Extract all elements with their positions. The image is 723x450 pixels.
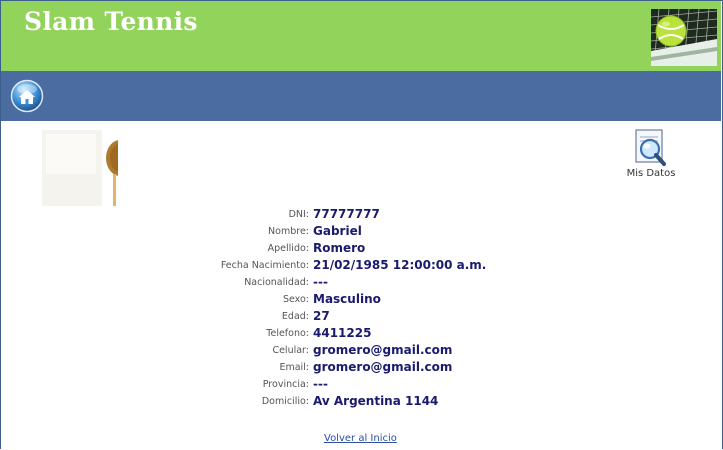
mis-datos-button[interactable]: Mis Datos [618,128,684,179]
site-header: Slam Tennis [1,1,721,71]
tennis-ball-logo-icon [651,9,717,66]
detail-value: Av Argentina 1144 [313,394,439,408]
detail-label: Edad: [281,311,309,322]
detail-row-provincia: Provincia: --- [120,376,620,393]
detail-value: --- [313,275,328,289]
user-photo [42,130,118,206]
site-title: Slam Tennis [24,7,198,36]
detail-row-telefono: Telefono: 4411225 [120,325,620,342]
detail-value: --- [313,377,328,391]
home-button-icon[interactable] [10,79,44,113]
user-details: DNI: 77777777 Nombre: Gabriel Apellido: Rom… [120,206,620,410]
detail-value: 4411225 [313,326,372,340]
detail-value: Romero [313,241,366,255]
detail-row-fecha-nacimiento: Fecha Nacimiento: 21/02/1985 12:00:00 a.m… [120,257,620,274]
detail-label: Email: [279,362,309,373]
detail-label: Provincia: [262,379,309,390]
detail-value: 77777777 [313,207,380,221]
detail-row-sexo: Sexo: Masculino [120,291,620,308]
detail-label: Fecha Nacimiento: [220,260,309,271]
detail-label: Nombre: [268,226,309,237]
mis-datos-label: Mis Datos [626,168,676,179]
detail-row-celular: Celular: gromero@gmail.com [120,342,620,359]
detail-row-edad: Edad: 27 [120,308,620,325]
detail-value: Gabriel [313,224,362,238]
detail-row-nacionalidad: Nacionalidad: --- [120,274,620,291]
detail-row-email: Email: gromero@gmail.com [120,359,620,376]
detail-row-dni: DNI: 77777777 [120,206,620,223]
detail-label: DNI: [288,209,309,220]
detail-label: Nacionalidad: [244,277,309,288]
detail-label: Apellido: [267,243,309,254]
detail-value: gromero@gmail.com [313,343,453,357]
detail-label: Celular: [272,345,309,356]
detail-label: Telefono: [266,328,309,339]
detail-label: Sexo: [282,294,309,305]
detail-label: Domicilio: [261,396,309,407]
detail-row-apellido: Apellido: Romero [120,240,620,257]
detail-value: gromero@gmail.com [313,360,453,374]
nav-bar [1,71,721,121]
back-to-home-link[interactable]: Volver al Inicio [324,433,397,444]
detail-value: 27 [313,309,330,323]
detail-value: 21/02/1985 12:00:00 a.m. [313,258,487,272]
detail-row-domicilio: Domicilio: Av Argentina 1144 [120,393,620,410]
detail-row-nombre: Nombre: Gabriel [120,223,620,240]
detail-value: Masculino [313,292,381,306]
magnifier-document-icon [630,128,672,168]
